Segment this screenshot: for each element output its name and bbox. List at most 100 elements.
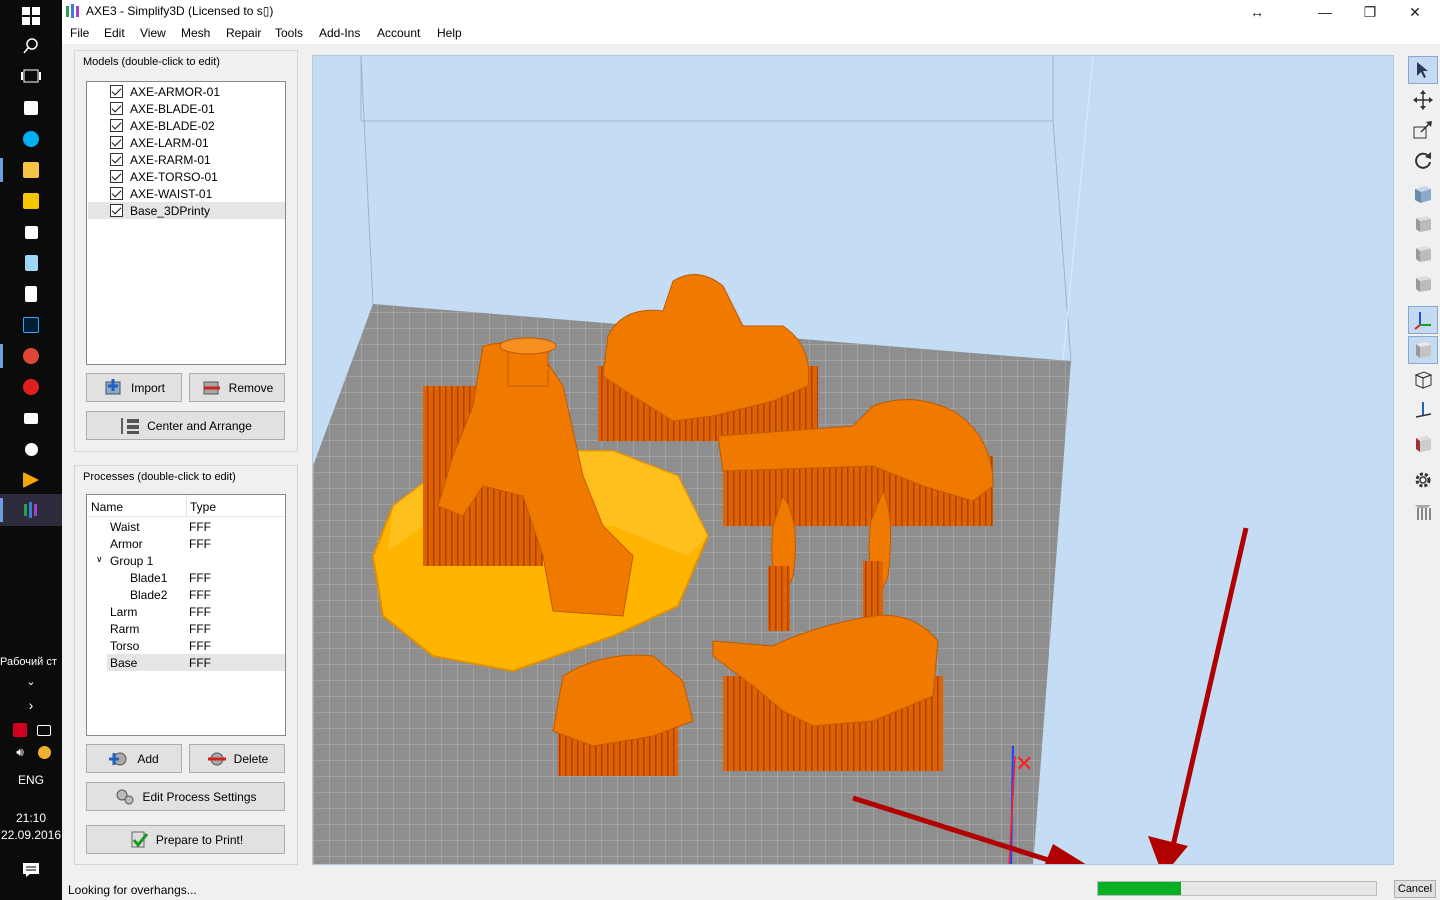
task-view-icon[interactable] bbox=[19, 64, 43, 88]
window-app-icon[interactable] bbox=[19, 406, 43, 430]
menu-edit[interactable]: Edit bbox=[104, 26, 125, 40]
gear-icon[interactable] bbox=[1408, 466, 1438, 494]
menu-file[interactable]: File bbox=[70, 26, 89, 40]
process-row[interactable]: Torso FFF bbox=[107, 637, 285, 654]
model-row[interactable]: AXE-BLADE-01 bbox=[88, 100, 285, 117]
model-row-selected[interactable]: Base_3DPrinty bbox=[88, 202, 285, 219]
column-header-name[interactable]: Name bbox=[91, 500, 123, 514]
chrome-icon[interactable] bbox=[19, 344, 43, 368]
simplify3d-taskbar-icon[interactable] bbox=[19, 498, 43, 522]
column-divider bbox=[186, 495, 187, 517]
apps-grid-icon[interactable] bbox=[19, 220, 43, 244]
model-checkbox[interactable] bbox=[110, 204, 123, 217]
view-top-cube-icon[interactable] bbox=[1408, 270, 1438, 298]
model-row[interactable]: AXE-ARMOR-01 bbox=[88, 83, 285, 100]
menu-account[interactable]: Account bbox=[377, 26, 420, 40]
skype-icon[interactable] bbox=[19, 127, 43, 151]
alarm-icon[interactable] bbox=[19, 437, 43, 461]
antivirus-icon[interactable] bbox=[10, 718, 30, 742]
desktop-label[interactable]: Рабочий ст bbox=[0, 656, 62, 668]
select-arrow-icon[interactable] bbox=[1408, 56, 1438, 84]
maximize-button[interactable]: ❐ bbox=[1347, 0, 1393, 24]
delete-process-button[interactable]: Delete bbox=[189, 744, 285, 773]
minimize-button[interactable]: — bbox=[1302, 0, 1348, 24]
calculator-icon[interactable] bbox=[19, 282, 43, 306]
section-cube-icon[interactable] bbox=[1408, 430, 1438, 458]
file-explorer-icon[interactable] bbox=[19, 158, 43, 182]
model-checkbox[interactable] bbox=[110, 187, 123, 200]
rotate-icon[interactable] bbox=[1408, 146, 1438, 174]
app-red-icon[interactable] bbox=[19, 375, 43, 399]
annotation-arrowhead bbox=[1148, 836, 1188, 864]
resize-icon[interactable]: ↔ bbox=[1234, 0, 1280, 24]
add-process-button[interactable]: Add bbox=[86, 744, 182, 773]
process-row-selected[interactable]: Base FFF bbox=[107, 654, 285, 671]
model-row[interactable]: AXE-LARM-01 bbox=[88, 134, 285, 151]
model-checkbox[interactable] bbox=[110, 170, 123, 183]
model-checkbox[interactable] bbox=[110, 153, 123, 166]
cross-section-icon[interactable] bbox=[1408, 396, 1438, 424]
clock-date[interactable]: 22.09.2016 bbox=[0, 828, 62, 842]
axes-icon[interactable] bbox=[1408, 306, 1438, 334]
language-indicator[interactable]: ENG bbox=[0, 773, 62, 787]
model-row[interactable]: AXE-BLADE-02 bbox=[88, 117, 285, 134]
models-panel: Models (double-click to edit) AXE-ARMOR-… bbox=[74, 50, 298, 452]
menu-tools[interactable]: Tools bbox=[275, 26, 303, 40]
solid-cube-icon[interactable] bbox=[1408, 336, 1438, 364]
3d-viewport[interactable]: ✕ bbox=[312, 55, 1394, 865]
model-checkbox[interactable] bbox=[110, 102, 123, 115]
photoshop-icon[interactable] bbox=[19, 313, 43, 337]
model-checkbox[interactable] bbox=[110, 85, 123, 98]
close-button[interactable]: ✕ bbox=[1392, 0, 1438, 24]
process-type: FFF bbox=[189, 656, 211, 670]
scale-icon[interactable] bbox=[1408, 116, 1438, 144]
process-row[interactable]: Larm FFF bbox=[107, 603, 285, 620]
expander-chevron-icon[interactable]: ∨ bbox=[96, 554, 103, 565]
model-checkbox[interactable] bbox=[110, 136, 123, 149]
notepad-icon[interactable] bbox=[19, 251, 43, 275]
process-group-row[interactable]: ∨ Group 1 bbox=[96, 552, 285, 569]
models-list[interactable]: AXE-ARMOR-01 AXE-BLADE-01 AXE-BLADE-02 A… bbox=[86, 81, 286, 365]
cancel-button[interactable]: Cancel bbox=[1394, 880, 1436, 898]
keep-icon[interactable] bbox=[19, 189, 43, 213]
prepare-to-print-button[interactable]: Prepare to Print! bbox=[86, 825, 285, 854]
column-header-type[interactable]: Type bbox=[190, 500, 216, 514]
volume-icon[interactable]: 🔊︎ bbox=[10, 740, 30, 764]
network-icon[interactable] bbox=[34, 718, 54, 742]
process-row[interactable]: Blade2 FFF bbox=[107, 586, 285, 603]
process-row[interactable]: Blade1 FFF bbox=[107, 569, 285, 586]
view-iso-cube-icon[interactable] bbox=[1408, 180, 1438, 208]
model-row[interactable]: AXE-RARM-01 bbox=[88, 151, 285, 168]
view-front-cube-icon[interactable] bbox=[1408, 210, 1438, 238]
chevron-down-icon[interactable]: ⌄ bbox=[19, 672, 43, 690]
process-row[interactable]: Waist FFF bbox=[107, 518, 285, 535]
edit-process-settings-button[interactable]: Edit Process Settings bbox=[86, 782, 285, 811]
notifications-icon[interactable] bbox=[19, 858, 43, 882]
window-title: AXE3 - Simplify3D (Licensed to s▯) bbox=[86, 4, 274, 18]
wireframe-cube-icon[interactable] bbox=[1408, 366, 1438, 394]
process-row[interactable]: Armor FFF bbox=[107, 535, 285, 552]
menu-add-ins[interactable]: Add-Ins bbox=[319, 26, 360, 40]
menu-mesh[interactable]: Mesh bbox=[181, 26, 210, 40]
search-icon[interactable] bbox=[19, 34, 43, 58]
move-icon[interactable] bbox=[1408, 86, 1438, 114]
center-and-arrange-button[interactable]: Center and Arrange bbox=[86, 411, 285, 440]
menu-view[interactable]: View bbox=[140, 26, 166, 40]
menu-help[interactable]: Help bbox=[437, 26, 462, 40]
menu-repair[interactable]: Repair bbox=[226, 26, 261, 40]
import-button[interactable]: Import bbox=[86, 373, 182, 402]
view-side-cube-icon[interactable] bbox=[1408, 240, 1438, 268]
tray-app-icon[interactable] bbox=[34, 740, 54, 764]
support-pillars-icon[interactable] bbox=[1408, 498, 1438, 526]
chevron-right-icon[interactable]: › bbox=[19, 693, 43, 717]
remove-button[interactable]: Remove bbox=[189, 373, 285, 402]
store-icon[interactable] bbox=[19, 96, 43, 120]
windows-start-icon[interactable] bbox=[19, 4, 43, 28]
media-player-icon[interactable] bbox=[19, 468, 43, 492]
model-row[interactable]: AXE-TORSO-01 bbox=[88, 168, 285, 185]
model-row[interactable]: AXE-WAIST-01 bbox=[88, 185, 285, 202]
processes-list[interactable]: Name Type Waist FFF Armor FFF ∨ Group 1 Bla… bbox=[86, 494, 286, 736]
clock-time[interactable]: 21:10 bbox=[0, 811, 62, 825]
model-checkbox[interactable] bbox=[110, 119, 123, 132]
process-row[interactable]: Rarm FFF bbox=[107, 620, 285, 637]
